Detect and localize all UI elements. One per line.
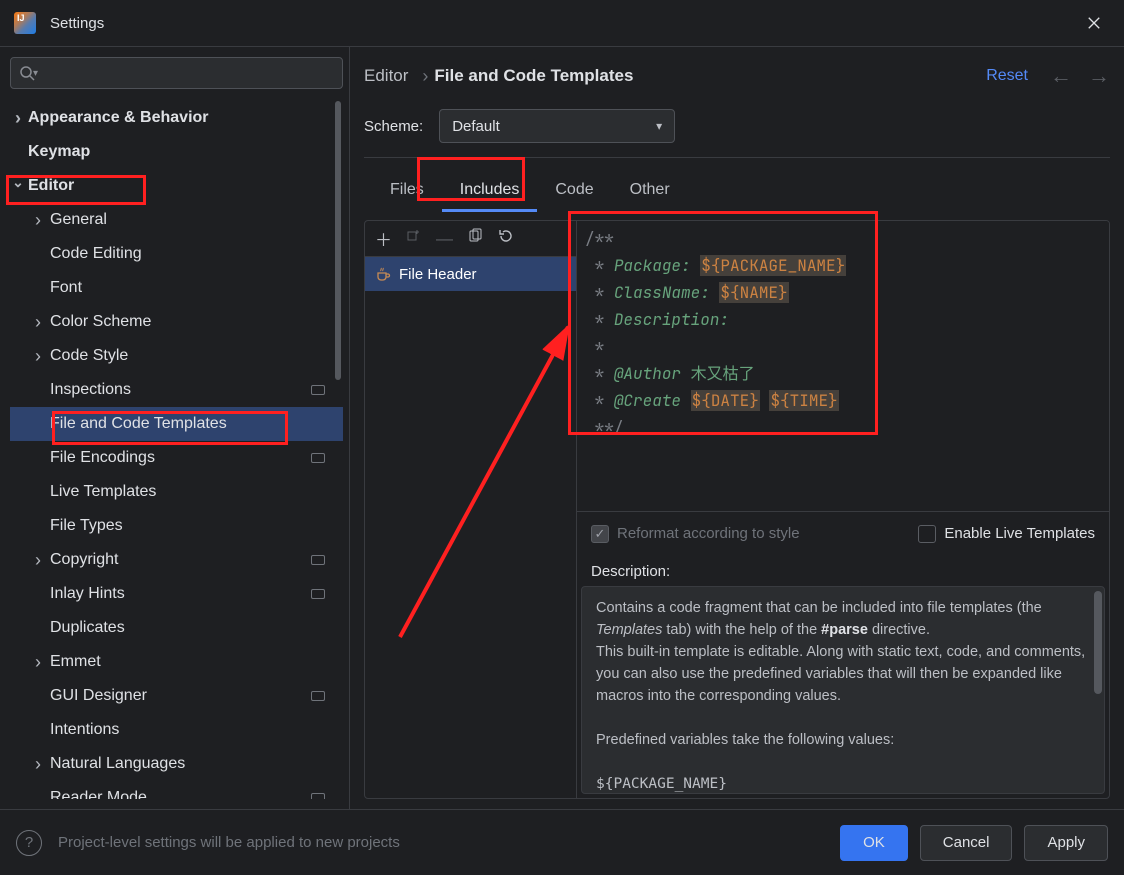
chevron-right-icon bbox=[30, 312, 46, 333]
add-template-button[interactable]: ＋ bbox=[375, 226, 392, 251]
settings-search-input[interactable]: ▾ bbox=[10, 57, 343, 89]
ok-button[interactable]: OK bbox=[840, 825, 908, 861]
chevron-right-icon: › bbox=[422, 66, 428, 87]
project-scope-icon bbox=[311, 555, 325, 565]
sidebar-item-label: Font bbox=[50, 279, 82, 297]
project-scope-icon bbox=[311, 793, 325, 799]
project-hint: Project-level settings will be applied t… bbox=[58, 834, 400, 851]
project-scope-icon bbox=[311, 453, 325, 463]
sidebar-item[interactable]: File and Code Templates bbox=[10, 407, 343, 441]
chevron-right-icon bbox=[30, 210, 46, 231]
sidebar-item[interactable]: Appearance & Behavior bbox=[10, 101, 343, 135]
close-button[interactable] bbox=[1078, 7, 1110, 39]
breadcrumb-root[interactable]: Editor bbox=[364, 66, 408, 86]
sidebar-item[interactable]: Code Editing bbox=[10, 237, 343, 271]
sidebar-item-label: Editor bbox=[28, 177, 74, 195]
sidebar-item[interactable]: Reader Mode bbox=[10, 781, 343, 799]
sidebar-item[interactable]: Emmet bbox=[10, 645, 343, 679]
sidebar-item[interactable]: General bbox=[10, 203, 343, 237]
sidebar-item[interactable]: Code Style bbox=[10, 339, 343, 373]
sidebar-item-label: Appearance & Behavior bbox=[28, 109, 209, 127]
chevron-right-icon bbox=[10, 108, 26, 129]
description-label: Description: bbox=[577, 555, 1109, 586]
project-scope-icon bbox=[311, 691, 325, 701]
app-logo-icon bbox=[14, 12, 36, 34]
project-scope-icon bbox=[311, 589, 325, 599]
tab-files[interactable]: Files bbox=[372, 171, 442, 212]
add-child-button bbox=[406, 228, 422, 249]
sidebar-item-label: Live Templates bbox=[50, 483, 156, 501]
project-scope-icon bbox=[311, 385, 325, 395]
java-icon bbox=[375, 266, 391, 282]
sidebar-item[interactable]: Copyright bbox=[10, 543, 343, 577]
nav-back-button[interactable]: ← bbox=[1050, 63, 1072, 89]
include-list-label: File Header bbox=[399, 266, 477, 283]
copy-template-button[interactable] bbox=[467, 228, 483, 249]
scheme-label: Scheme: bbox=[364, 118, 423, 135]
sidebar-item[interactable]: File Encodings bbox=[10, 441, 343, 475]
help-button[interactable]: ? bbox=[16, 830, 42, 856]
sidebar-item-label: Copyright bbox=[50, 551, 118, 569]
sidebar-item-label: Keymap bbox=[28, 143, 90, 161]
sidebar-item-label: Intentions bbox=[50, 721, 119, 739]
scheme-select[interactable]: Default ▾ bbox=[439, 109, 675, 143]
chevron-down-icon: ▾ bbox=[656, 119, 662, 133]
chevron-right-icon bbox=[30, 754, 46, 775]
settings-tree[interactable]: Appearance & Behavior Keymap Editor General… bbox=[10, 101, 343, 799]
sidebar-item-label: Emmet bbox=[50, 653, 101, 671]
chevron-right-icon bbox=[30, 652, 46, 673]
apply-button[interactable]: Apply bbox=[1024, 825, 1108, 861]
sidebar-item[interactable]: Inlay Hints bbox=[10, 577, 343, 611]
sidebar-item-label: Code Editing bbox=[50, 245, 142, 263]
sidebar-item[interactable]: Color Scheme bbox=[10, 305, 343, 339]
description-scrollbar[interactable] bbox=[1094, 591, 1102, 694]
sidebar-item-label: Color Scheme bbox=[50, 313, 151, 331]
cancel-button[interactable]: Cancel bbox=[920, 825, 1013, 861]
description-box[interactable]: Contains a code fragment that can be inc… bbox=[581, 586, 1105, 794]
sidebar-item-label: File Encodings bbox=[50, 449, 155, 467]
sidebar-item-label: General bbox=[50, 211, 107, 229]
revert-template-button[interactable] bbox=[497, 228, 513, 249]
sidebar-item-label: File Types bbox=[50, 517, 123, 535]
checkbox-checked-icon bbox=[591, 525, 609, 543]
template-code-editor[interactable]: /** * Package: ${PACKAGE_NAME} * ClassNa… bbox=[577, 221, 1109, 511]
sidebar-item[interactable]: File Types bbox=[10, 509, 343, 543]
sidebar-item-label: Natural Languages bbox=[50, 755, 185, 773]
tab-code[interactable]: Code bbox=[537, 171, 611, 212]
scheme-value: Default bbox=[452, 118, 656, 135]
sidebar-item-label: Reader Mode bbox=[50, 789, 147, 799]
nav-forward-button[interactable]: → bbox=[1088, 63, 1110, 89]
include-list-item[interactable]: File Header bbox=[365, 257, 576, 291]
chevron-right-icon bbox=[30, 346, 46, 367]
remove-template-button: — bbox=[436, 229, 453, 249]
sidebar-item-label: Inspections bbox=[50, 381, 131, 399]
sidebar-item[interactable]: Keymap bbox=[10, 135, 343, 169]
sidebar-item-label: Inlay Hints bbox=[50, 585, 125, 603]
window-title: Settings bbox=[50, 15, 104, 32]
sidebar-item-label: GUI Designer bbox=[50, 687, 147, 705]
reset-link[interactable]: Reset bbox=[986, 67, 1028, 85]
sidebar-item[interactable]: GUI Designer bbox=[10, 679, 343, 713]
chevron-down-icon bbox=[10, 177, 26, 195]
sidebar-item[interactable]: Font bbox=[10, 271, 343, 305]
chevron-right-icon bbox=[30, 550, 46, 571]
tab-other[interactable]: Other bbox=[612, 171, 688, 212]
breadcrumb-leaf: File and Code Templates bbox=[434, 66, 633, 86]
enable-live-templates-checkbox[interactable]: Enable Live Templates bbox=[918, 525, 1095, 543]
sidebar-item-label: Duplicates bbox=[50, 619, 125, 637]
checkbox-icon bbox=[918, 525, 936, 543]
sidebar-item[interactable]: Natural Languages bbox=[10, 747, 343, 781]
sidebar-item[interactable]: Editor bbox=[10, 169, 343, 203]
reformat-checkbox: Reformat according to style bbox=[591, 525, 800, 543]
sidebar-item-label: Code Style bbox=[50, 347, 128, 365]
sidebar-item[interactable]: Intentions bbox=[10, 713, 343, 747]
sidebar-item[interactable]: Live Templates bbox=[10, 475, 343, 509]
sidebar-item[interactable]: Inspections bbox=[10, 373, 343, 407]
tab-includes[interactable]: Includes bbox=[442, 171, 538, 212]
sidebar-item[interactable]: Duplicates bbox=[10, 611, 343, 645]
search-dropdown-icon[interactable]: ▾ bbox=[33, 68, 38, 79]
sidebar-item-label: File and Code Templates bbox=[50, 415, 227, 433]
